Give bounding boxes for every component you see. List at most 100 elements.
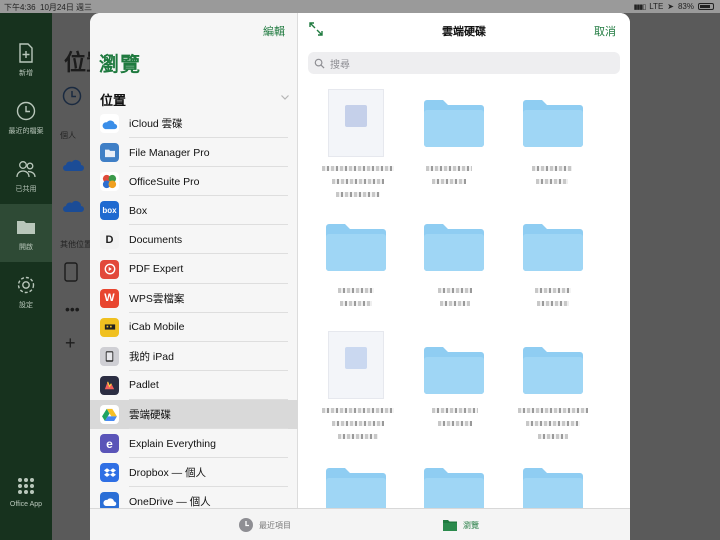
clock-icon [239, 518, 253, 532]
location-item-documents[interactable]: D Documents [90, 225, 298, 255]
folder-icon[interactable] [424, 223, 484, 271]
icloud-icon [100, 114, 119, 134]
status-time: 下午4:36 [4, 3, 36, 12]
location-label: File Manager Pro [129, 146, 210, 159]
file-name-redacted [322, 408, 394, 413]
battery-icon [698, 3, 714, 10]
location-label: 雲端硬碟 [129, 408, 171, 421]
locations-header[interactable]: 位置 [100, 90, 290, 109]
location-label: OfficeSuite Pro [129, 175, 200, 188]
file-meta-redacted [332, 421, 384, 426]
location-item-pdf-expert[interactable]: PDF Expert [90, 254, 298, 284]
file-browser-pane: 雲端硬碟 取消 搜尋 [298, 13, 630, 515]
sidebar-label: 設定 [19, 302, 33, 309]
folder-meta-redacted [432, 179, 466, 184]
folder-icon[interactable] [424, 346, 484, 394]
location-label: iCloud 雲碟 [129, 118, 183, 131]
browse-title: 瀏覽 [99, 54, 141, 76]
location-label: PDF Expert [129, 263, 184, 276]
sidebar-item-open[interactable]: 開啟 [0, 204, 52, 262]
folder-meta-redacted [340, 301, 372, 306]
sidebar-item-office-app[interactable]: Office App [0, 463, 52, 521]
battery-percent: 83% [677, 2, 694, 11]
sidebar-label: 開啟 [19, 244, 33, 251]
folder-name-redacted [338, 288, 374, 293]
file-item-document[interactable] [328, 331, 384, 399]
folder-icon [15, 216, 37, 238]
folder-name-redacted [518, 408, 588, 413]
sidebar-item-shared[interactable]: 已共用 [0, 146, 52, 204]
location-item-padlet[interactable]: Padlet [90, 371, 298, 401]
location-item-file-manager-pro[interactable]: File Manager Pro [90, 138, 298, 168]
pdf-expert-icon [100, 259, 119, 279]
folder-icon[interactable] [523, 346, 583, 394]
chevron-down-icon [281, 95, 289, 100]
status-date: 10月24日 週三 [40, 3, 93, 12]
section-personal: 個人 [60, 131, 76, 140]
network-type: LTE [649, 2, 664, 11]
status-right: ▮▮▮▯ LTE ➤ 83% [634, 2, 714, 11]
location-label: iCab Mobile [129, 321, 185, 334]
icab-mobile-icon [100, 317, 119, 337]
sidebar-item-recent[interactable]: 最近的檔案 [0, 88, 52, 146]
tab-recent[interactable]: 最近項目 [238, 517, 291, 533]
tab-recent-label: 最近項目 [259, 520, 291, 530]
sidebar-item-new[interactable]: 新增 [0, 30, 52, 88]
locations-header-label: 位置 [100, 93, 127, 108]
sidebar-item-settings[interactable]: 設定 [0, 262, 52, 320]
onedrive-icon [63, 160, 84, 171]
location-label: 我的 iPad [129, 350, 174, 363]
box-icon: box [100, 201, 119, 221]
sidebar-label: Office App [9, 501, 43, 508]
ipad-icon [64, 262, 78, 282]
ipad-icon [100, 346, 119, 366]
folder-meta-redacted [526, 421, 580, 426]
onedrive-icon [63, 201, 84, 212]
location-item-dropbox[interactable]: Dropbox — 個人 [90, 458, 298, 488]
folder-meta-redacted [537, 301, 569, 306]
gear-icon [15, 274, 37, 296]
location-item-icloud[interactable]: iCloud 雲碟 [90, 109, 298, 139]
location-item-my-ipad[interactable]: 我的 iPad [90, 342, 298, 371]
folder-icon[interactable] [424, 99, 484, 147]
sidebar-label: 最近的檔案 [8, 128, 44, 135]
file-meta-redacted [332, 179, 384, 184]
folder-meta-redacted [440, 301, 470, 306]
section-other: 其他位置 [60, 240, 92, 249]
location-item-google-drive[interactable]: 雲端硬碟 [90, 399, 298, 430]
location-item-explain-everything[interactable]: e Explain Everything [90, 429, 298, 459]
folder-meta-redacted [536, 179, 568, 184]
location-item-wps[interactable]: W WPS雲檔案 [90, 284, 298, 313]
location-label: Documents [129, 233, 183, 246]
file-item-document[interactable] [328, 89, 384, 157]
clock-icon [62, 86, 82, 106]
tab-browse[interactable]: 瀏覽 [442, 517, 479, 533]
folder-icon[interactable] [326, 223, 386, 271]
google-drive-icon [100, 404, 119, 424]
edit-button[interactable]: 編輯 [263, 23, 285, 39]
file-meta-redacted [338, 434, 378, 439]
location-item-officesuite-pro[interactable]: OfficeSuite Pro [90, 167, 298, 197]
location-label: Padlet [129, 379, 159, 392]
officesuite-pro-icon [100, 172, 119, 192]
grid-icon [15, 475, 37, 497]
sidebar-label: 已共用 [15, 186, 37, 193]
location-item-box[interactable]: box Box [90, 196, 298, 226]
folder-icon[interactable] [523, 99, 583, 147]
folder-name-redacted [432, 408, 478, 413]
browse-pane: 編輯 瀏覽 位置 iCloud 雲碟 File Manager Pro Offi… [90, 13, 298, 517]
location-label: Box [129, 204, 148, 217]
locations-list: iCloud 雲碟 File Manager Pro OfficeSuite P… [90, 109, 298, 517]
location-label: Dropbox — 個人 [129, 467, 207, 480]
explain-everything-icon: e [100, 434, 119, 454]
folder-meta-redacted [538, 434, 568, 439]
folder-icon[interactable] [523, 223, 583, 271]
more-icon: ••• [65, 301, 80, 317]
status-time-date: 下午4:36 10月24日 週三 [4, 2, 92, 13]
people-icon [15, 158, 37, 180]
new-file-icon [15, 42, 37, 64]
plus-icon: + [65, 333, 76, 353]
folder-name-redacted [535, 288, 571, 293]
location-item-icab-mobile[interactable]: iCab Mobile [90, 313, 298, 342]
padlet-icon [100, 375, 119, 395]
